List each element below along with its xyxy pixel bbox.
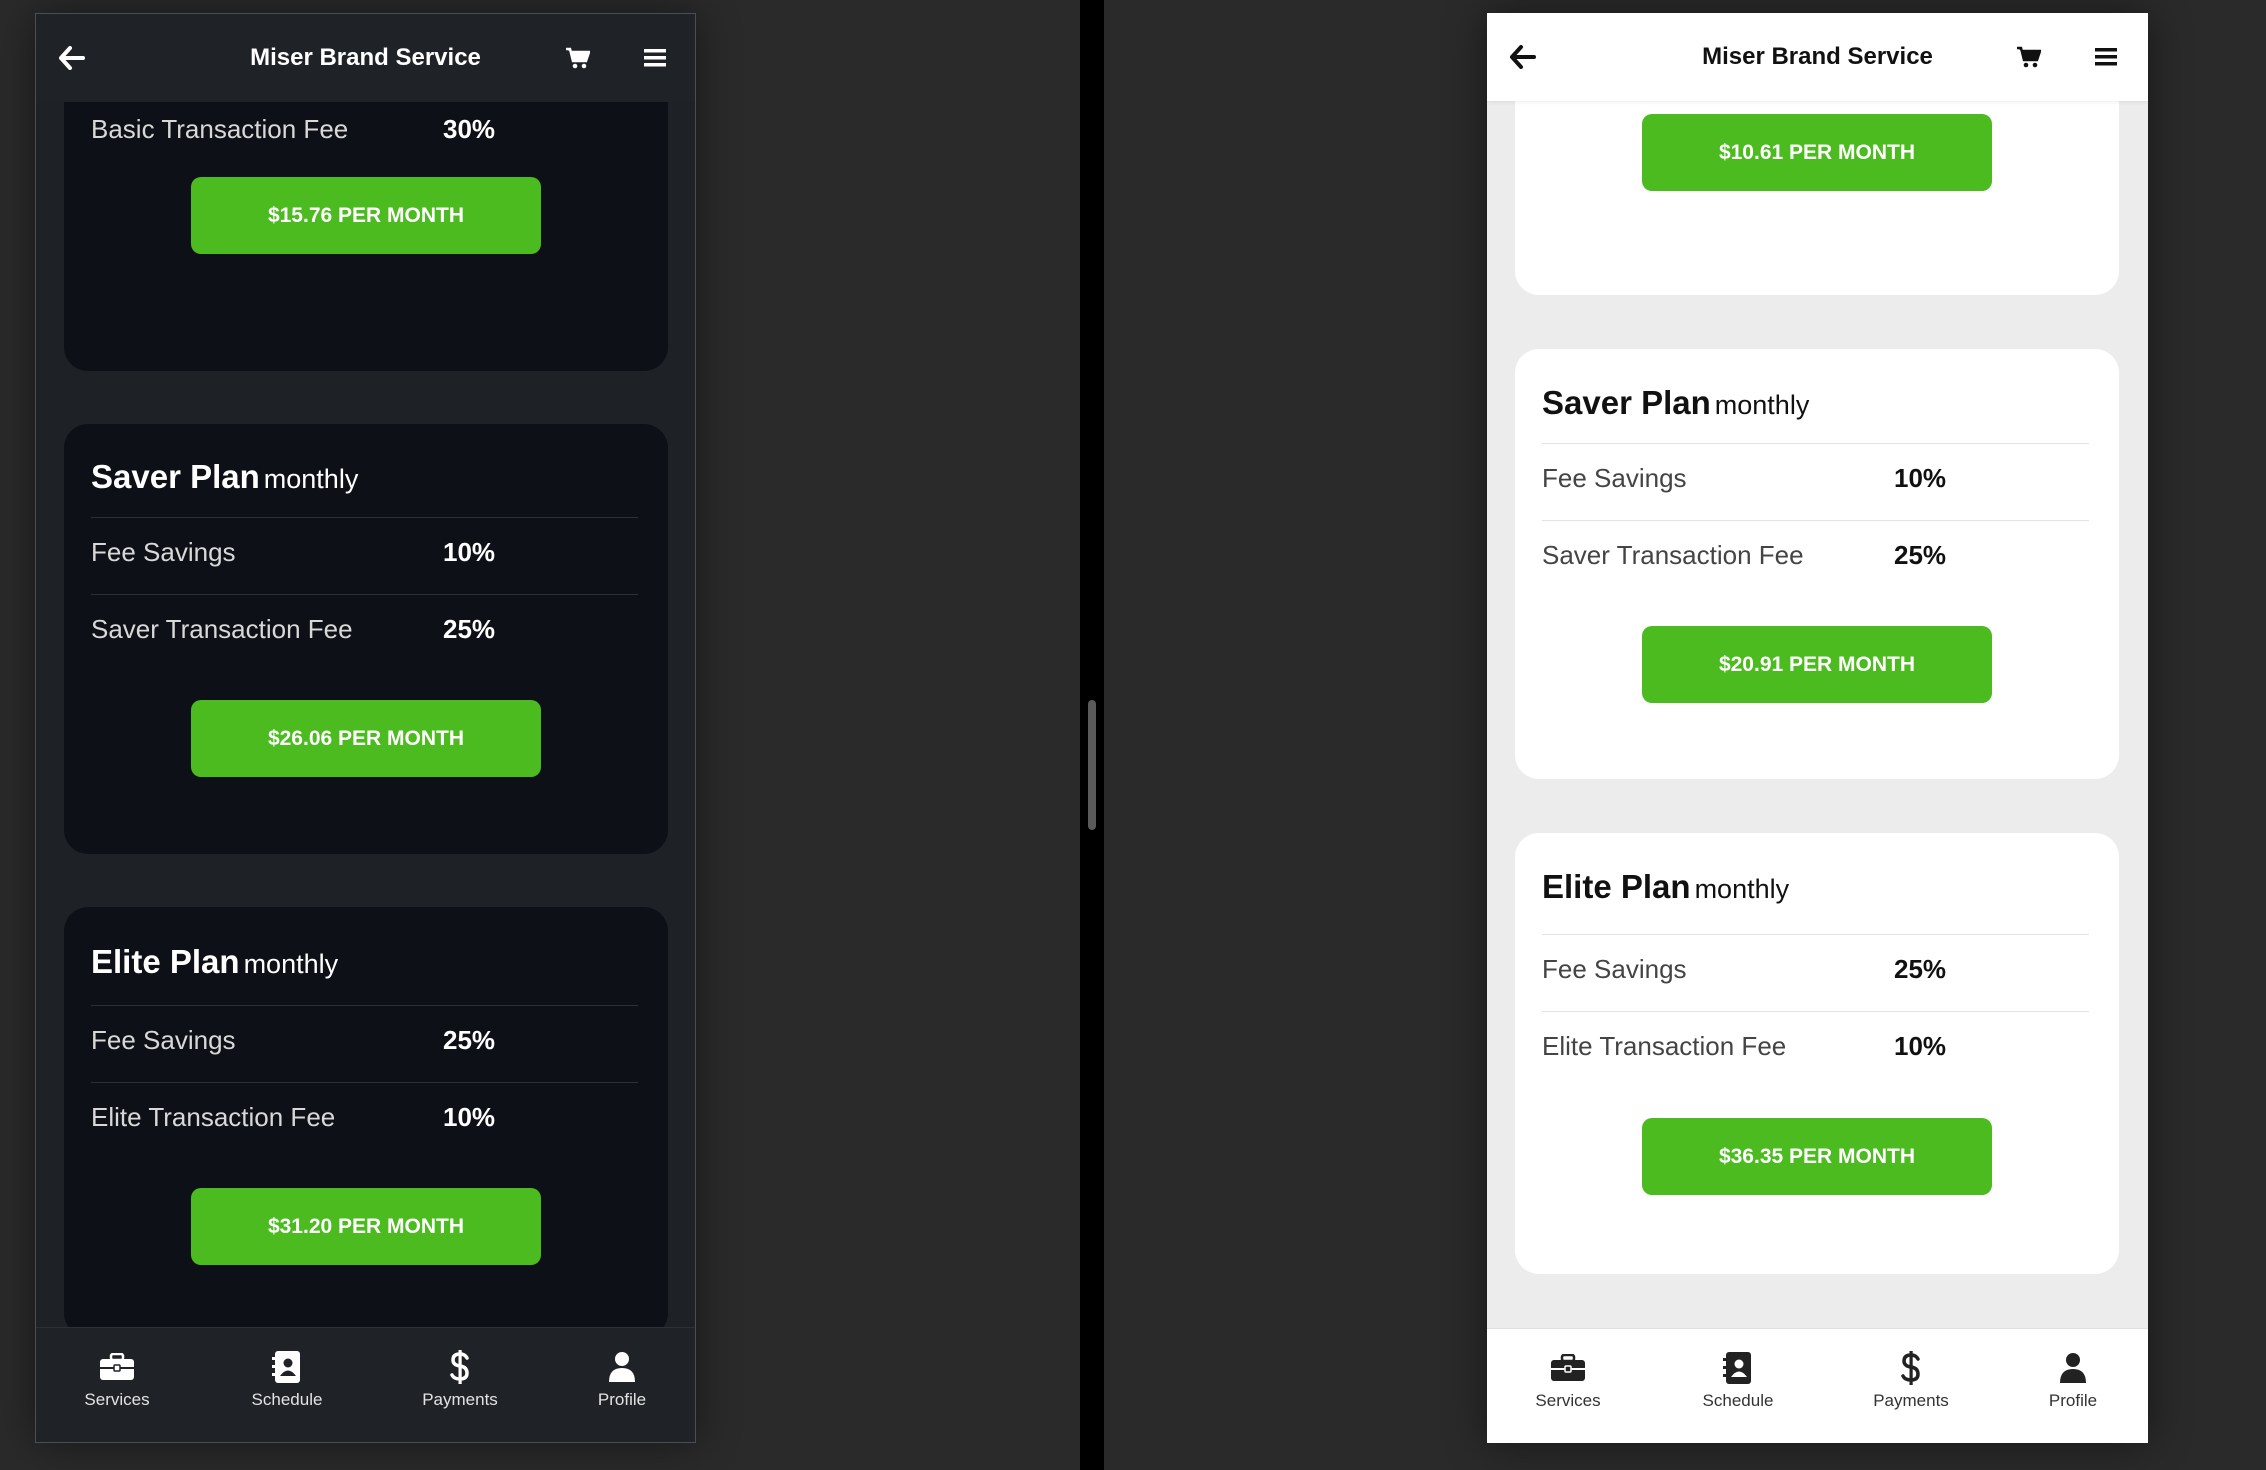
divider — [1542, 443, 2089, 444]
fee-savings-value: 25% — [443, 1025, 496, 1055]
nav-item-schedule[interactable]: Schedule — [227, 1328, 347, 1442]
user-icon — [2059, 1351, 2087, 1385]
divider — [91, 517, 638, 518]
transaction-fee-value: 10% — [1894, 1031, 1947, 1061]
nav-label: Schedule — [1702, 1391, 1774, 1410]
plan-name: Saver Plan — [1542, 384, 1711, 421]
split-screen: Miser Brand Service Basic Transaction Fe… — [0, 0, 2266, 1470]
plan-title: Saver Plan monthly — [91, 458, 358, 496]
back-arrow-icon[interactable] — [1507, 41, 1539, 73]
nav-label: Services — [84, 1390, 150, 1409]
fee-savings-label: Fee Savings — [91, 537, 236, 567]
fee-savings-value: 10% — [443, 537, 496, 567]
plan-name: Elite Plan — [91, 943, 240, 980]
dark-mode-screen: Miser Brand Service Basic Transaction Fe… — [35, 13, 696, 1443]
fee-value: 30% — [443, 114, 496, 144]
transaction-fee-label: Saver Transaction Fee — [91, 614, 353, 644]
basic-plan-card: $10.61 PER MONTH — [1515, 101, 2119, 295]
nav-label: Payments — [422, 1390, 498, 1409]
plan-title: Elite Plan monthly — [91, 943, 338, 981]
nav-label: Schedule — [251, 1390, 323, 1409]
menu-icon[interactable] — [639, 42, 671, 74]
divider — [1542, 520, 2089, 521]
plan-period: monthly — [263, 464, 359, 494]
nav-item-schedule[interactable]: Schedule — [1678, 1329, 1798, 1443]
plan-title: Elite Plan monthly — [1542, 868, 1789, 906]
cart-icon[interactable] — [562, 42, 594, 74]
back-arrow-icon[interactable] — [56, 42, 88, 74]
select-plan-button[interactable]: $15.76 PER MONTH — [191, 177, 541, 254]
contact-book-icon — [1723, 1351, 1753, 1385]
fee-savings-label: Fee Savings — [91, 1025, 236, 1055]
nav-label: Payments — [1873, 1391, 1949, 1410]
app-header: Miser Brand Service — [1487, 13, 2148, 101]
fee-savings-value: 10% — [1894, 463, 1947, 493]
plan-period: monthly — [243, 949, 339, 979]
nav-item-profile[interactable]: Profile — [562, 1328, 682, 1442]
nav-label: Services — [1535, 1391, 1601, 1410]
divider — [91, 1005, 638, 1006]
plan-name: Saver Plan — [91, 458, 260, 495]
nav-item-services[interactable]: Services — [1508, 1329, 1628, 1443]
briefcase-icon — [99, 1350, 135, 1384]
transaction-fee-value: 25% — [443, 614, 496, 644]
plan-title: Saver Plan monthly — [1542, 384, 1809, 422]
elite-plan-card: Elite Plan monthly Fee Savings 25% Elite … — [64, 907, 668, 1337]
plan-name: Elite Plan — [1542, 868, 1691, 905]
page-title: Miser Brand Service — [1702, 43, 1933, 70]
app-header: Miser Brand Service — [36, 14, 695, 102]
basic-plan-card: Basic Transaction Fee 30% $15.76 PER MON… — [64, 102, 668, 371]
user-icon — [608, 1350, 636, 1384]
transaction-fee-label: Saver Transaction Fee — [1542, 540, 1804, 570]
plan-period: monthly — [1714, 390, 1810, 420]
bottom-nav: Services Schedule Payments Profile — [36, 1327, 695, 1442]
menu-icon[interactable] — [2090, 41, 2122, 73]
contact-book-icon — [272, 1350, 302, 1384]
nav-label: Profile — [2048, 1391, 2098, 1410]
nav-item-payments[interactable]: Payments — [400, 1328, 520, 1442]
light-mode-screen: Miser Brand Service $10.61 PER MONTH Sav… — [1487, 13, 2148, 1443]
nav-item-services[interactable]: Services — [57, 1328, 177, 1442]
transaction-fee-value: 10% — [443, 1102, 496, 1132]
select-plan-button[interactable]: $31.20 PER MONTH — [191, 1188, 541, 1265]
transaction-fee-label: Elite Transaction Fee — [91, 1102, 336, 1132]
divider — [1542, 934, 2089, 935]
bottom-nav: Services Schedule Payments Profile — [1487, 1328, 2148, 1443]
dollar-icon — [1900, 1351, 1922, 1385]
saver-plan-card: Saver Plan monthly Fee Savings 10% Saver … — [64, 424, 668, 854]
plans-list[interactable]: Basic Transaction Fee 30% $15.76 PER MON… — [36, 102, 695, 1342]
dollar-icon — [449, 1350, 471, 1384]
select-plan-button[interactable]: $10.61 PER MONTH — [1642, 114, 1992, 191]
nav-label: Profile — [597, 1390, 647, 1409]
briefcase-icon — [1550, 1351, 1586, 1385]
cart-icon[interactable] — [2013, 41, 2045, 73]
nav-item-profile[interactable]: Profile — [2013, 1329, 2133, 1443]
divider — [1542, 1011, 2089, 1012]
elite-plan-card: Elite Plan monthly Fee Savings 25% Elite … — [1515, 833, 2119, 1274]
page-title: Miser Brand Service — [250, 44, 481, 71]
plan-period: monthly — [1694, 874, 1790, 904]
divider — [91, 594, 638, 595]
select-plan-button[interactable]: $26.06 PER MONTH — [191, 700, 541, 777]
fee-label: Basic Transaction Fee — [91, 114, 349, 144]
transaction-fee-label: Elite Transaction Fee — [1542, 1031, 1787, 1061]
select-plan-button[interactable]: $20.91 PER MONTH — [1642, 626, 1992, 703]
divider — [91, 1082, 638, 1083]
select-plan-button[interactable]: $36.35 PER MONTH — [1642, 1118, 1992, 1195]
fee-savings-value: 25% — [1894, 954, 1947, 984]
plans-list[interactable]: $10.61 PER MONTH Saver Plan monthly Fee S… — [1487, 101, 2148, 1341]
saver-plan-card: Saver Plan monthly Fee Savings 10% Saver … — [1515, 349, 2119, 779]
nav-item-payments[interactable]: Payments — [1851, 1329, 1971, 1443]
transaction-fee-value: 25% — [1894, 540, 1947, 570]
resize-handle[interactable] — [1088, 700, 1096, 830]
fee-savings-label: Fee Savings — [1542, 954, 1687, 984]
fee-savings-label: Fee Savings — [1542, 463, 1687, 493]
